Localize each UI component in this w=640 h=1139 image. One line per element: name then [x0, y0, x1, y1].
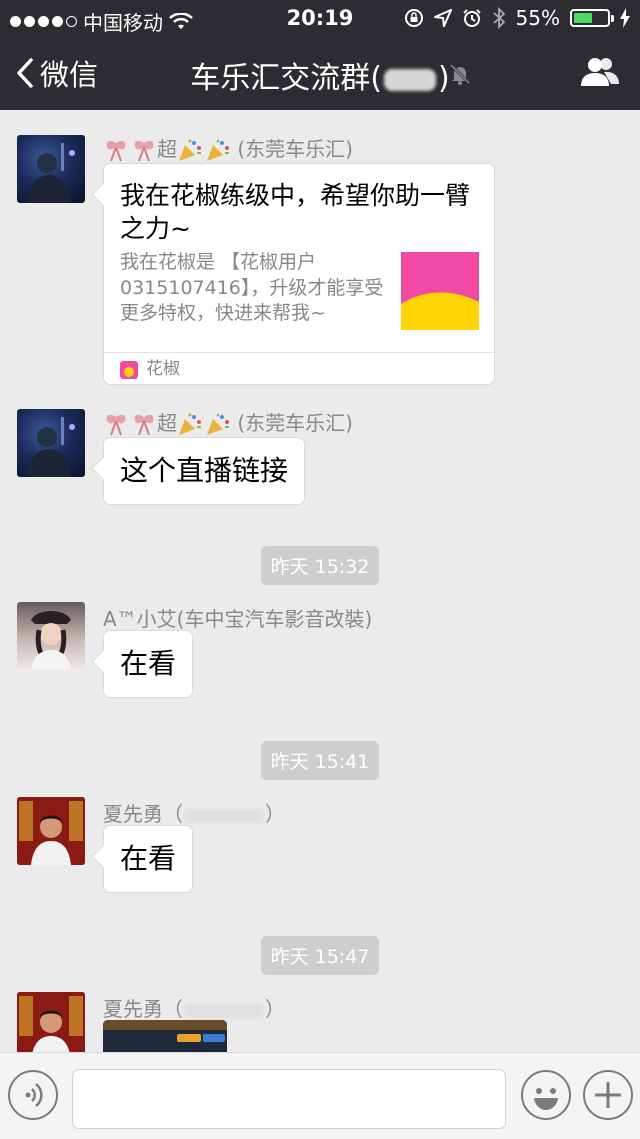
- text-message[interactable]: 这个直播链接: [103, 437, 306, 505]
- avatar-image: [17, 992, 85, 1052]
- card-source: 花椒: [104, 352, 494, 386]
- card-title: 我在花椒练级中，希望你助一臂之力~: [120, 181, 471, 243]
- card-thumbnail: [401, 252, 479, 330]
- sender-name-text: 夏先勇（: [103, 802, 183, 826]
- sender-group-text: (东莞车乐汇): [237, 137, 353, 161]
- text-message[interactable]: 在看: [103, 630, 194, 698]
- voice-input-icon: [25, 1083, 43, 1107]
- sender-name-text: 夏先勇（: [103, 997, 183, 1021]
- message-row: 夏先勇（ ）: [0, 990, 640, 1052]
- huajiao-logo-icon: [120, 360, 138, 379]
- avatar[interactable]: [17, 992, 85, 1052]
- battery-fill: [574, 13, 592, 23]
- charging-bolt-icon: [620, 8, 630, 28]
- bluetooth-icon: [492, 7, 505, 29]
- party-emoji-icon: [177, 138, 231, 163]
- avatar[interactable]: [17, 409, 85, 477]
- chat-area[interactable]: 超 (东莞车乐汇) 我在花椒练级中，希望你助一臂之力~ 我在花椒是 【花椒用户0…: [0, 110, 640, 1052]
- message-row: 超 (东莞车乐汇) 我在花椒练级中，希望你助一臂之力~ 我在花椒是 【花椒用户0…: [0, 130, 640, 390]
- input-bar: [0, 1052, 640, 1139]
- timestamp: 昨天 15:47: [0, 936, 640, 975]
- sender-name-text: 超: [157, 411, 177, 435]
- alarm-icon: [462, 9, 481, 27]
- sender-name: 超 (东莞车乐汇): [103, 133, 353, 163]
- avatar-image: [27, 143, 75, 203]
- avatar-image: [31, 611, 71, 670]
- message-row: 超 (东莞车乐汇) 这个直播链接: [0, 404, 640, 514]
- blurred-sender-note: [183, 1003, 265, 1018]
- video-message-thumbnail[interactable]: [103, 1020, 227, 1052]
- avatar[interactable]: [17, 135, 85, 203]
- chat-title-suffix: ): [438, 61, 450, 96]
- blurred-sender-note: [183, 808, 265, 823]
- plus-icon: [595, 1082, 621, 1108]
- timestamp-label: 昨天 15:41: [260, 741, 380, 780]
- ribbon-emoji-icon: [103, 139, 157, 163]
- text-message[interactable]: 在看: [103, 825, 194, 893]
- rotation-lock-icon: [404, 9, 423, 27]
- link-card-message[interactable]: 我在花椒练级中，希望你助一臂之力~ 我在花椒是 【花椒用户0315107416】…: [103, 163, 495, 385]
- battery-icon: [570, 9, 614, 27]
- card-source-label: 花椒: [146, 359, 180, 380]
- emoji-button[interactable]: [521, 1070, 571, 1120]
- message-row: A™小艾(车中宝汽车影音改裝) 在看: [0, 600, 640, 710]
- chat-title-text: 车乐汇交流群(: [190, 61, 382, 96]
- avatar-image: [17, 797, 85, 865]
- sender-name-suffix: ）: [265, 802, 285, 826]
- card-description: 我在花椒是 【花椒用户0315107416】，升级才能享受更多特权，快进来帮我~: [120, 251, 384, 325]
- emoji-icon: [534, 1088, 558, 1110]
- muted-bell-icon: [449, 63, 471, 85]
- group-members-icon[interactable]: [580, 56, 620, 88]
- avatar[interactable]: [17, 797, 85, 865]
- timestamp-label: 昨天 15:47: [260, 936, 380, 975]
- top-bar: 中国移动 20:19 55% 微信 车乐汇交流群(): [0, 0, 640, 110]
- status-right: 55%: [404, 6, 630, 30]
- voice-input-button[interactable]: [8, 1070, 58, 1120]
- sender-name: 夏先勇（ ）: [103, 993, 285, 1022]
- location-arrow-icon: [433, 9, 452, 27]
- ribbon-emoji-icon: [103, 413, 157, 437]
- avatar-image: [27, 417, 75, 477]
- sender-name: 超 (东莞车乐汇): [103, 407, 353, 437]
- blurred-group-id: [384, 68, 436, 91]
- timestamp-label: 昨天 15:32: [260, 546, 380, 585]
- sender-name-suffix: ）: [265, 997, 285, 1021]
- timestamp: 昨天 15:41: [0, 741, 640, 780]
- message-input[interactable]: [72, 1069, 506, 1129]
- sender-name-text: 超: [157, 137, 177, 161]
- avatar[interactable]: [17, 602, 85, 670]
- status-bar: 中国移动 20:19 55%: [0, 0, 640, 36]
- sender-name: 夏先勇（ ）: [103, 798, 285, 827]
- more-button[interactable]: [583, 1070, 633, 1120]
- timestamp: 昨天 15:32: [0, 546, 640, 585]
- sender-name: A™小艾(车中宝汽车影音改裝): [103, 607, 373, 631]
- battery-percent: 55%: [515, 6, 560, 30]
- message-row: 夏先勇（ ） 在看: [0, 795, 640, 905]
- chat-title: 车乐汇交流群(): [0, 53, 640, 97]
- navigation-bar: 微信 车乐汇交流群(): [0, 40, 640, 106]
- sender-group-text: (东莞车乐汇): [237, 411, 353, 435]
- party-emoji-icon: [177, 412, 231, 437]
